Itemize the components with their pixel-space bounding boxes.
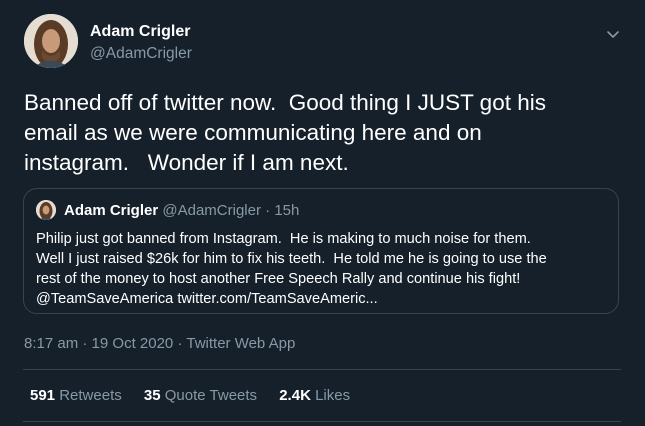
divider xyxy=(23,369,621,370)
tweet-card: Adam Crigler @AdamCrigler Banned off of … xyxy=(0,0,645,426)
meta-separator: · xyxy=(82,335,88,352)
engagement-stats: 591 Retweets 35 Quote Tweets 2.4K Likes xyxy=(30,386,368,406)
tweet-date[interactable]: 19 Oct 2020 xyxy=(92,335,174,352)
tweet-text: Banned off of twitter now. Good thing I … xyxy=(24,90,546,175)
author-info[interactable]: Adam Crigler @AdamCrigler xyxy=(90,22,192,64)
chevron-down-icon[interactable] xyxy=(605,26,621,42)
author-name[interactable]: Adam Crigler xyxy=(90,22,192,42)
divider xyxy=(23,421,621,422)
likes-label: Likes xyxy=(315,387,351,404)
meta-separator: · xyxy=(177,335,183,352)
quote-tweets-label: Quote Tweets xyxy=(164,387,258,404)
likes-count: 2.4K xyxy=(279,387,311,404)
quoted-author-handle: @AdamCrigler xyxy=(162,202,261,219)
quote-tweets-stat[interactable]: 35 Quote Tweets xyxy=(144,387,257,404)
quoted-avatar xyxy=(36,200,56,220)
quoted-separator: · xyxy=(265,202,271,219)
avatar[interactable] xyxy=(24,14,78,68)
quoted-time: 15h xyxy=(274,202,300,219)
quoted-author-name: Adam Crigler xyxy=(64,202,159,219)
author-handle[interactable]: @AdamCrigler xyxy=(90,44,192,64)
tweet-time[interactable]: 8:17 am xyxy=(24,335,78,352)
tweet-metadata: 8:17 am · 19 Oct 2020 · Twitter Web App xyxy=(24,334,295,354)
quoted-header: Adam Crigler @AdamCrigler · 15h xyxy=(64,201,299,220)
likes-stat[interactable]: 2.4K Likes xyxy=(279,387,350,404)
quoted-text: Philip just got banned from Instagram. H… xyxy=(36,231,547,307)
retweets-label: Retweets xyxy=(59,387,122,404)
quoted-tweet[interactable]: Adam Crigler @AdamCrigler · 15h Philip j… xyxy=(23,188,619,314)
retweets-count: 591 xyxy=(30,387,56,404)
quote-tweets-count: 35 xyxy=(143,387,161,404)
avatar-image xyxy=(24,14,78,68)
retweets-stat[interactable]: 591 Retweets xyxy=(30,387,122,404)
tweet-source[interactable]: Twitter Web App xyxy=(186,335,295,352)
